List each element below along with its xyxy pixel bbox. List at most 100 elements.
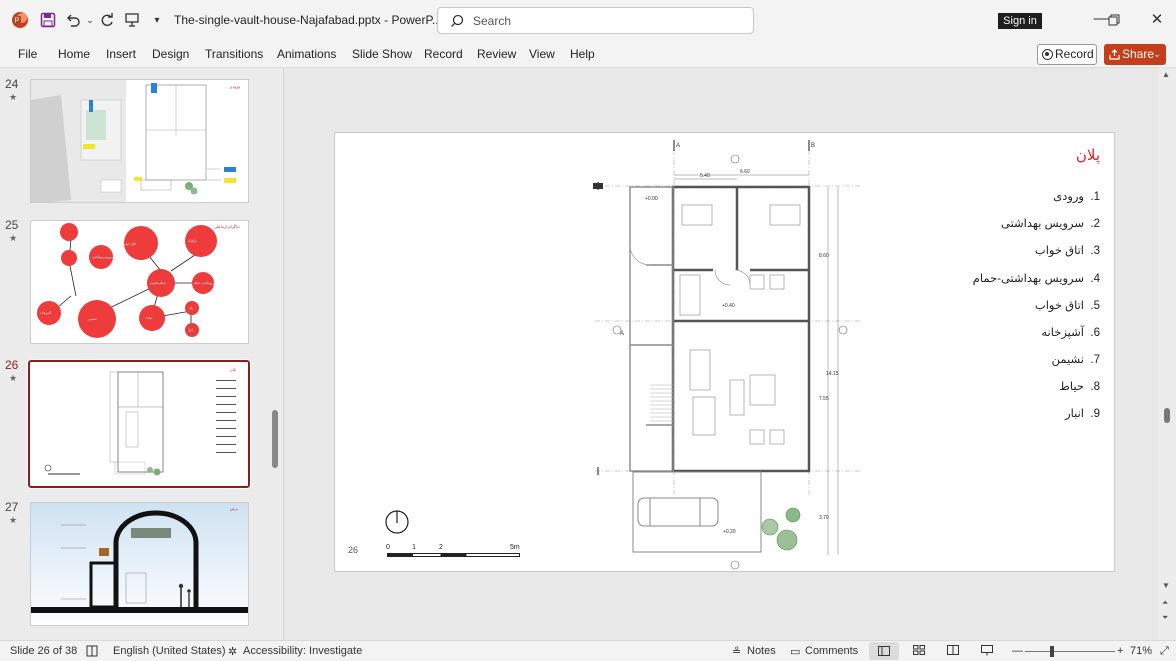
scale-label: 0 (386, 544, 390, 551)
close-icon[interactable]: ✕ (1147, 10, 1167, 30)
redo-icon[interactable] (97, 10, 117, 30)
record-button[interactable]: Record (1037, 44, 1097, 65)
thumb-25-bubble-label: اتاق خواب (123, 242, 136, 246)
scrollbar-thumb[interactable] (1164, 408, 1170, 423)
tab-transitions[interactable]: Transitions (205, 47, 263, 61)
tab-review[interactable]: Review (477, 47, 516, 61)
notes-button[interactable]: Notes (747, 645, 776, 657)
slide-title: پلان (1075, 147, 1100, 164)
floor-plan-drawing: 5.40 6.60 8.60 14.15 7.55 3.70 +0.00 +0.… (593, 140, 860, 570)
thumbnail-scrollbar-thumb[interactable] (272, 410, 278, 468)
slide-editor: پلان 1. ورودی 2. سرویس بهداشتی 3. اتاق خ… (285, 68, 1157, 640)
legend-label: حیاط (1059, 381, 1084, 393)
zoom-out-icon[interactable]: — (1012, 645, 1023, 657)
thumb-25-bubble-label: پارکینگ (188, 239, 198, 243)
trees (761, 507, 801, 551)
zoom-slider-thumb[interactable] (1050, 646, 1054, 657)
accessibility-icon[interactable]: ✲ (228, 645, 237, 658)
editor-vertical-scrollbar[interactable]: ▲ ▼ ⏶ ⏷ (1158, 68, 1176, 640)
document-title: The-single-vault-house-Najafabad.pptx - … (174, 13, 442, 27)
legend-item: 3. اتاق خواب (1035, 243, 1100, 257)
slide-number-27: 27 (5, 500, 19, 514)
normal-view-button[interactable] (869, 642, 899, 660)
search-input[interactable]: Search (437, 7, 754, 34)
slide-thumbnail-27[interactable]: برش (30, 502, 249, 626)
accessibility-status[interactable]: Accessibility: Investigate (243, 645, 362, 657)
dim-label: 5.40 (700, 173, 710, 179)
sign-in-button[interactable]: Sign in (998, 13, 1042, 29)
legend-label: اتاق خواب (1034, 300, 1084, 312)
scroll-up-icon[interactable]: ▲ (1162, 70, 1170, 79)
scale-bar (387, 553, 520, 557)
dim-label: 3.70 (819, 515, 829, 521)
thumb-25-bubble-label: سرویس بهداشتی (92, 255, 114, 259)
dim-label: 6.60 (740, 169, 750, 175)
slide-number-24: 24 (5, 77, 19, 91)
legend-label: آشپزخانه (1041, 327, 1084, 339)
zoom-slider[interactable] (1025, 646, 1115, 657)
slide-canvas[interactable]: پلان 1. ورودی 2. سرویس بهداشتی 3. اتاق خ… (334, 132, 1115, 572)
restore-icon[interactable] (1104, 10, 1124, 30)
tab-animations[interactable]: Animations (277, 47, 336, 61)
slide-page-number: 26 (348, 545, 359, 555)
slide-sorter-icon[interactable] (913, 645, 925, 658)
tab-design[interactable]: Design (152, 47, 189, 61)
notes-icon[interactable]: ≗ (732, 645, 741, 658)
share-dropdown-icon[interactable]: ⌄ (1153, 44, 1161, 65)
zoom-in-icon[interactable]: + (1117, 645, 1123, 657)
reading-view-icon[interactable] (947, 645, 959, 658)
legend-label: نشیمن (1051, 354, 1084, 366)
thumb-25-bubble-label: نشیمن (88, 317, 97, 321)
tab-home[interactable]: Home (58, 47, 90, 61)
language-status[interactable]: English (United States) (113, 645, 226, 657)
spelling-check-icon[interactable] (86, 645, 98, 660)
tab-view[interactable]: View (529, 47, 555, 61)
slide-thumbnail-pane[interactable]: 24 ★ ورودی 25 ★ دیاگرام ارتباطی اتاق خوا… (0, 68, 284, 640)
legend-number: 8. (1090, 381, 1100, 393)
record-button-label: Record (1055, 47, 1094, 61)
thumb-25-bubble-label: پله (189, 306, 193, 310)
thumb-25-bubble-label: فضای تقسیم (150, 281, 167, 285)
normal-view-icon (878, 646, 890, 656)
legend-item: 7. نشیمن (1052, 352, 1100, 366)
level-label: +0.20 (723, 529, 736, 535)
slide-count-status[interactable]: Slide 26 of 38 (10, 645, 77, 657)
scale-label: 2 (439, 544, 443, 551)
thumb-25-bubble-label: آشپزخانه (40, 311, 52, 315)
slide-thumbnail-26[interactable]: پلان (27, 359, 251, 489)
start-slideshow-icon[interactable] (122, 10, 142, 30)
scale-label: 1 (412, 544, 416, 551)
tab-file[interactable]: File (18, 47, 37, 61)
legend-item: 8. حیاط (1059, 379, 1100, 393)
slide-thumbnail-25[interactable]: دیاگرام ارتباطی اتاق خواب سرویس بهداشتی … (30, 220, 249, 344)
comments-button[interactable]: Comments (805, 645, 858, 657)
scroll-down-icon[interactable]: ▼ (1162, 581, 1170, 590)
tab-help[interactable]: Help (570, 47, 595, 61)
legend-item: 5. اتاق خواب (1035, 298, 1100, 312)
thumb-24-title: ورودی (229, 84, 240, 89)
comments-icon[interactable]: ▭ (790, 645, 800, 658)
legend-number: 7. (1090, 354, 1100, 366)
save-icon[interactable] (38, 10, 58, 30)
legend-number: 4. (1090, 273, 1100, 285)
thumb-25-bubble-label: حیاط (146, 316, 153, 320)
slide-number-26: 26 (5, 358, 19, 372)
tab-record[interactable]: Record (424, 47, 463, 61)
legend-label: انبار (1065, 408, 1084, 420)
legend-number: 6. (1090, 327, 1100, 339)
slideshow-view-icon[interactable] (981, 645, 993, 659)
slide-25-star-icon: ★ (9, 233, 18, 243)
previous-slide-icon[interactable]: ⏶ (1162, 598, 1168, 608)
legend-item: 2. سرویس بهداشتی (1001, 216, 1100, 230)
customize-toolbar-icon[interactable]: ▾ (147, 10, 167, 30)
slide-thumbnail-24[interactable]: ورودی (30, 79, 249, 203)
tab-slide-show[interactable]: Slide Show (352, 47, 412, 61)
slide-number-25: 25 (5, 218, 19, 232)
tab-insert[interactable]: Insert (106, 47, 136, 61)
fit-to-window-icon[interactable]: ⤢ (1160, 645, 1169, 658)
zoom-level[interactable]: 71% (1130, 645, 1152, 657)
legend-item: 6. آشپزخانه (1041, 325, 1100, 339)
share-button[interactable]: Share ⌄ (1104, 44, 1166, 65)
dim-label: 8.60 (819, 253, 829, 259)
next-slide-icon[interactable]: ⏷ (1162, 613, 1168, 623)
